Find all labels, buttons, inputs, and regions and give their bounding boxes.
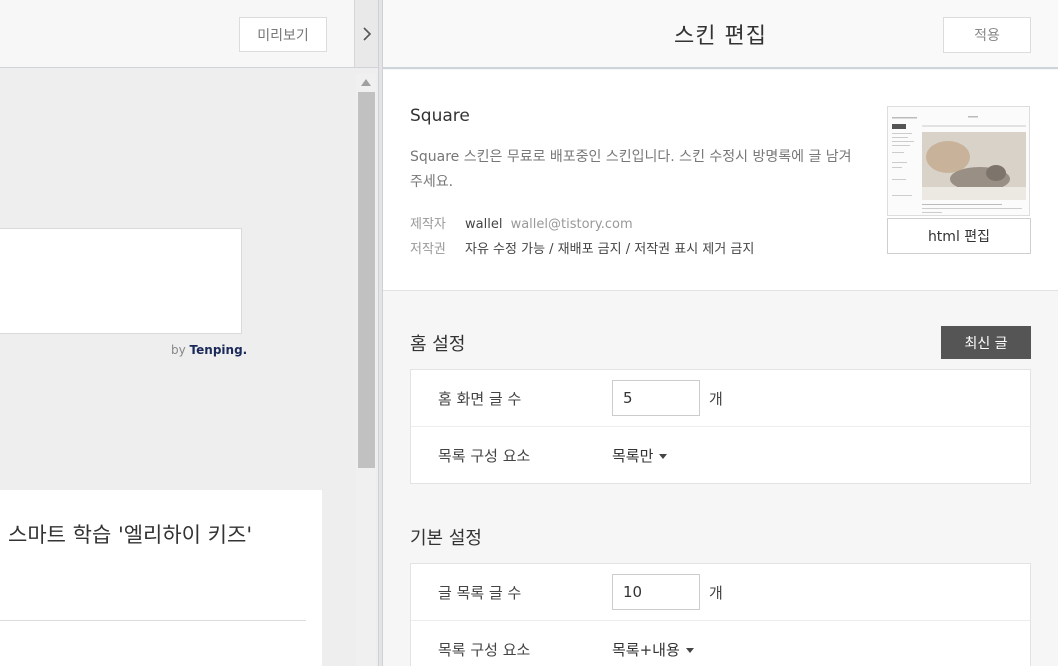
ad-attribution: by Tenping. xyxy=(171,343,247,357)
chevron-right-icon xyxy=(362,26,371,41)
author-row: 제작자 wallel wallel@tistory.com xyxy=(410,213,633,232)
license-value: 자유 수정 가능 / 재배포 금지 / 저작권 표시 제거 금지 xyxy=(465,242,755,257)
home-post-count-input[interactable] xyxy=(612,380,700,416)
post-title[interactable]: 스마트 학습 '엘리하이 키즈' xyxy=(8,519,252,549)
caret-down-icon xyxy=(685,648,694,653)
author-name: wallel xyxy=(465,217,503,232)
divider xyxy=(0,620,306,621)
preview-pane: 미리보기 by Tenping. 스마트 학습 '엘리하이 키즈' xyxy=(0,0,378,666)
basic-settings-title: 기본 설정 xyxy=(410,528,482,549)
apply-button[interactable]: 적용 xyxy=(943,17,1031,53)
ad-by-prefix: by xyxy=(171,343,186,357)
setting-label: 글 목록 글 수 xyxy=(438,584,522,602)
preview-toolbar: 미리보기 xyxy=(0,0,354,68)
setting-row-list-post-count: 글 목록 글 수 개 xyxy=(411,564,1030,621)
collapse-panel-button[interactable] xyxy=(354,0,378,68)
home-settings-panel: 홈 화면 글 수 개 목록 구성 요소 목록만 xyxy=(410,369,1031,484)
skin-info-section: Square Square 스킨은 무료로 배포중인 스킨입니다. 스킨 수정시… xyxy=(383,70,1058,291)
author-email: wallel@tistory.com xyxy=(510,217,633,232)
scrollbar-thumb[interactable] xyxy=(358,92,375,468)
home-list-components-dropdown[interactable]: 목록만 xyxy=(612,445,668,466)
skin-thumbnail-image xyxy=(888,107,1029,215)
dropdown-value: 목록+내용 xyxy=(612,641,680,659)
html-edit-button[interactable]: html 편집 xyxy=(887,218,1031,254)
skin-editor-pane: 스킨 편집 적용 Square Square 스킨은 무료로 배포중인 스킨입니… xyxy=(383,0,1058,666)
dropdown-value: 목록만 xyxy=(612,447,654,465)
ad-brand: Tenping. xyxy=(189,343,248,357)
ad-box[interactable] xyxy=(0,228,242,334)
skin-description: Square 스킨은 무료로 배포중인 스킨입니다. 스킨 수정시 방명록에 글… xyxy=(410,149,852,190)
caret-down-icon xyxy=(659,454,668,459)
author-key: 제작자 xyxy=(410,217,446,232)
license-row: 저작권 자유 수정 가능 / 재배포 금지 / 저작권 표시 제거 금지 xyxy=(410,238,754,257)
setting-row-home-list-components: 목록 구성 요소 목록만 xyxy=(411,427,1030,484)
home-settings-title: 홈 설정 xyxy=(410,334,466,355)
setting-unit: 개 xyxy=(709,390,723,408)
editor-header: 스킨 편집 적용 xyxy=(383,0,1058,69)
skin-thumbnail xyxy=(887,106,1030,216)
list-components-dropdown[interactable]: 목록+내용 xyxy=(612,639,694,660)
setting-row-list-components: 목록 구성 요소 목록+내용 xyxy=(411,621,1030,666)
setting-unit: 개 xyxy=(709,584,723,602)
license-key: 저작권 xyxy=(410,242,446,257)
setting-row-home-post-count: 홈 화면 글 수 개 xyxy=(411,370,1030,427)
skin-name: Square xyxy=(410,106,470,126)
setting-label: 목록 구성 요소 xyxy=(438,447,531,465)
latest-posts-button[interactable]: 최신 글 xyxy=(941,326,1031,359)
setting-label: 홈 화면 글 수 xyxy=(438,390,522,408)
setting-label: 목록 구성 요소 xyxy=(438,641,531,659)
preview-button[interactable]: 미리보기 xyxy=(239,17,327,52)
triangle-up-icon xyxy=(361,78,371,86)
list-post-count-input[interactable] xyxy=(612,574,700,610)
scroll-up-arrow[interactable] xyxy=(356,74,376,90)
basic-settings-panel: 글 목록 글 수 개 목록 구성 요소 목록+내용 xyxy=(410,563,1031,666)
post-card[interactable] xyxy=(0,490,322,666)
